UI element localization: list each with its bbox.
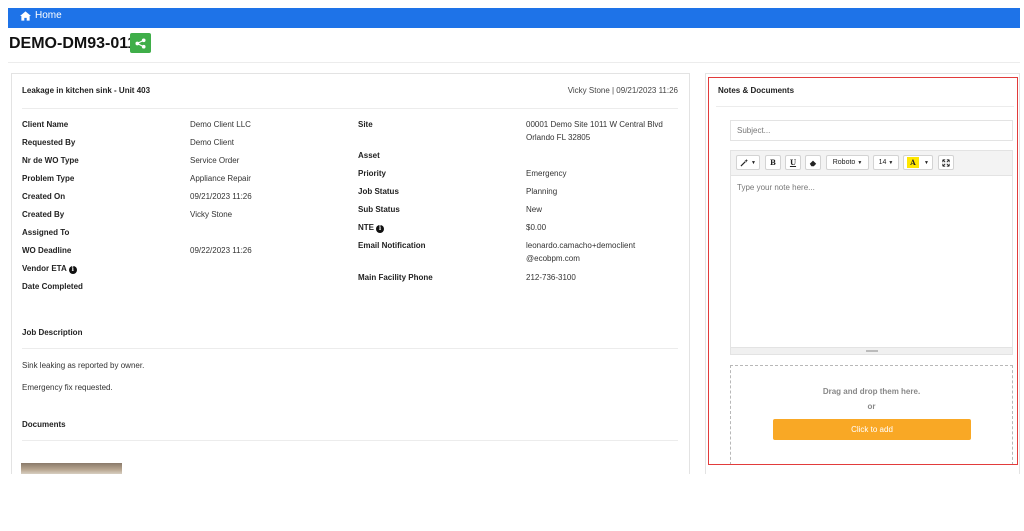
subject-input[interactable] [730,120,1013,141]
fullscreen-button[interactable] [938,155,954,170]
email-notification-label: Email Notification [358,241,426,250]
work-order-card: Leakage in kitchen sink - Unit 403 Vicky… [11,73,690,474]
font-family-value: Roboto [832,159,856,166]
home-label: Home [35,10,62,21]
notes-divider [716,106,1014,107]
sub-status-label: Sub Status [358,205,400,214]
share-icon [135,37,146,49]
caret-down-icon: ▼ [751,159,756,166]
file-dropzone[interactable]: Drag and drop them here. or Click to add [730,365,1013,465]
site-value-line-1: 00001 Demo Site 1011 W Central Blvd [526,120,663,129]
date-completed-label: Date Completed [22,282,83,291]
documents-title: Documents [22,420,66,429]
created-on-value: 09/21/2023 11:26 [190,192,252,201]
nte-label: NTE [358,223,374,232]
section-divider [22,440,678,441]
bold-button[interactable]: B [765,155,781,170]
header-divider [8,62,1020,63]
clear-format-button[interactable] [805,155,821,170]
vendor-eta-row: Vendor ETA i [22,264,77,274]
wo-type-label: Nr de WO Type [22,156,79,165]
job-description-line-2: Emergency fix requested. [22,383,113,392]
email-notification-line-2: @ecobpm.com [526,254,580,263]
font-size-dropdown[interactable]: 14 ▼ [873,155,899,170]
underline-button[interactable]: U [785,155,801,170]
asset-label: Asset [358,151,380,160]
font-family-dropdown[interactable]: Roboto ▼ [826,155,869,170]
section-divider [22,348,678,349]
job-status-label: Job Status [358,187,399,196]
wo-type-value: Service Order [190,156,240,165]
caret-down-icon: ▼ [857,159,863,166]
vendor-eta-label: Vendor ETA [22,264,67,273]
info-icon[interactable]: i [376,225,384,233]
info-icon[interactable]: i [68,266,77,274]
wo-deadline-label: WO Deadline [22,246,72,255]
wo-deadline-value: 09/22/2023 11:26 [190,246,252,255]
highlight-icon: A [907,157,920,168]
share-button[interactable] [130,33,151,53]
requested-by-label: Requested By [22,138,76,147]
top-nav-bar: Home [8,8,1020,28]
email-notification-line-1: leonardo.camacho+democlient [526,241,636,250]
nte-value: $0.00 [526,223,547,232]
requested-by-value: Demo Client [190,138,235,147]
site-value-line-2: Orlando FL 32805 [526,133,591,142]
editor-resize-handle[interactable] [731,347,1012,354]
grip-icon [866,350,878,352]
sub-status-value: New [526,205,543,214]
highlight-color-button[interactable]: A ▼ [903,155,933,170]
problem-type-value: Appliance Repair [190,174,251,183]
nte-row: NTE i [358,223,384,233]
priority-label: Priority [358,169,387,178]
note-editor: ▼ B U Roboto ▼ 14 ▼ A ▼ [730,150,1013,355]
editor-toolbar: ▼ B U Roboto ▼ 14 ▼ A ▼ [731,151,1012,176]
client-name-value: Demo Client LLC [190,120,251,129]
home-link[interactable]: Home [20,10,62,21]
magic-style-button[interactable]: ▼ [736,155,760,170]
magic-wand-icon [740,158,749,167]
document-thumbnail[interactable] [21,463,122,474]
font-size-value: 14 [878,159,887,166]
priority-value: Emergency [526,169,567,178]
work-order-meta: Vicky Stone | 09/21/2023 11:26 [567,86,678,95]
card-divider [22,108,678,109]
facility-phone-value: 212-736-3100 [526,273,576,282]
assigned-to-label: Assigned To [22,228,70,237]
caret-down-icon: ▼ [924,159,929,166]
note-textarea[interactable] [731,176,1012,348]
expand-icon [942,158,950,167]
facility-phone-label: Main Facility Phone [358,273,433,282]
created-by-label: Created By [22,210,65,219]
home-icon [20,10,31,21]
job-description-title: Job Description [22,328,83,337]
eraser-icon [809,160,817,166]
caret-down-icon: ▼ [888,159,894,166]
click-to-add-button[interactable]: Click to add [773,419,971,440]
created-by-value: Vicky Stone [190,210,233,219]
job-description-line-1: Sink leaking as reported by owner. [22,361,145,370]
page-title: DEMO-DM93-011 [9,35,137,52]
notes-title: Notes & Documents [718,86,795,95]
created-on-label: Created On [22,192,66,201]
dropzone-text: Drag and drop them here. [822,387,921,396]
problem-type-label: Problem Type [22,174,75,183]
client-name-label: Client Name [22,120,69,129]
work-order-heading: Leakage in kitchen sink - Unit 403 [22,86,151,95]
dropzone-or: or [867,402,876,411]
job-status-value: Planning [526,187,558,196]
site-label: Site [358,120,373,129]
